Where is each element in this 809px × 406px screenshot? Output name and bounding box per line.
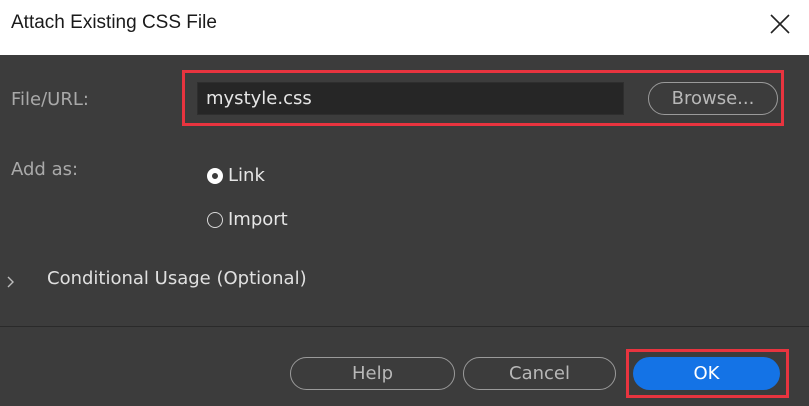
file-url-input[interactable]: [197, 82, 624, 115]
radio-unselected-icon: [207, 211, 223, 228]
radio-import-label: Import: [228, 209, 288, 230]
title-bar: Attach Existing CSS File: [0, 0, 809, 55]
file-url-label: File/URL:: [11, 89, 89, 110]
browse-button[interactable]: Browse...: [648, 82, 778, 115]
radio-link[interactable]: Link: [207, 165, 265, 186]
radio-link-label: Link: [228, 165, 265, 186]
add-as-label: Add as:: [11, 159, 79, 180]
radio-import[interactable]: Import: [207, 209, 288, 230]
help-button[interactable]: Help: [290, 357, 455, 390]
conditional-usage-toggle[interactable]: Conditional Usage (Optional): [47, 268, 307, 289]
dialog-title: Attach Existing CSS File: [11, 12, 217, 33]
ok-button[interactable]: OK: [633, 357, 780, 390]
close-icon[interactable]: [769, 13, 791, 35]
radio-selected-icon: [207, 167, 223, 184]
dialog-body: File/URL: Browse... Add as: Link Import …: [0, 55, 809, 406]
cancel-button[interactable]: Cancel: [463, 357, 616, 390]
footer-divider: [0, 326, 809, 327]
chevron-right-icon[interactable]: [6, 274, 16, 288]
